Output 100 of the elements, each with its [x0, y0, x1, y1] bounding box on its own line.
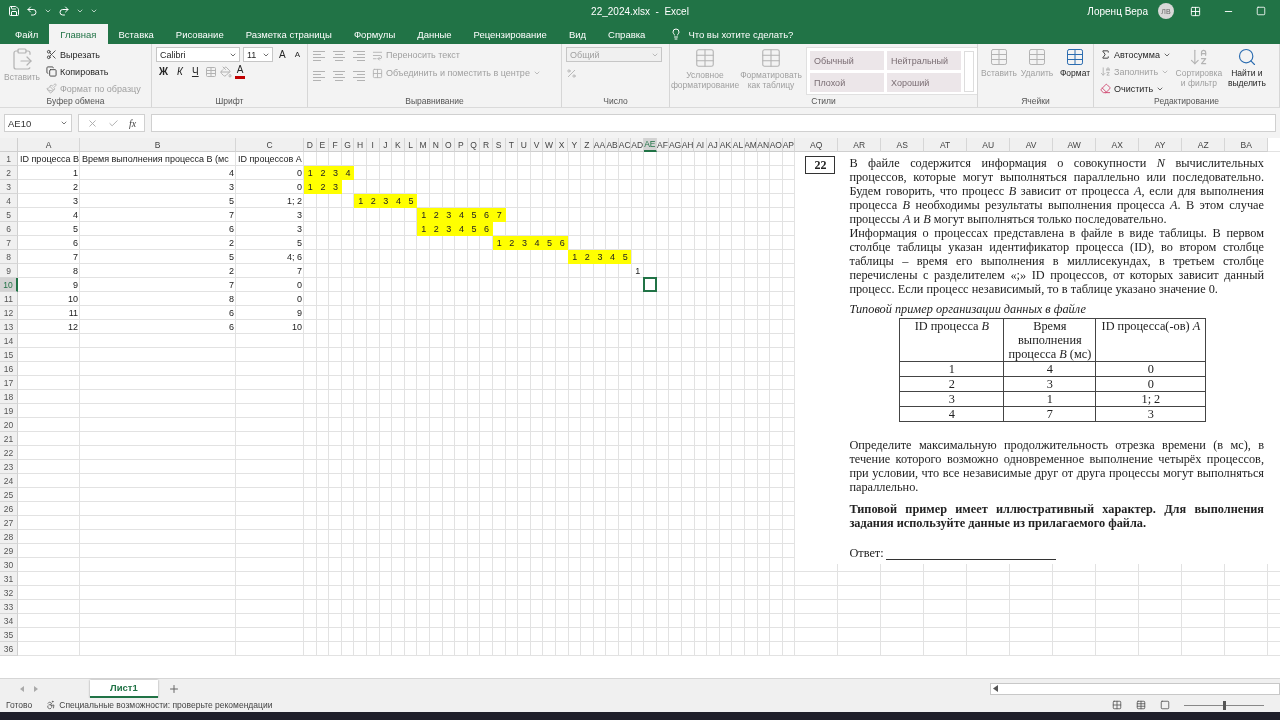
row-header[interactable]: 23 — [0, 460, 18, 474]
row-header[interactable]: 13 — [0, 320, 18, 334]
column-header[interactable]: AX — [1096, 138, 1140, 152]
ribbon-tab[interactable]: Файл — [4, 24, 50, 44]
column-header[interactable]: AL — [732, 138, 745, 152]
column-header[interactable]: Y — [568, 138, 582, 152]
ribbon-tab[interactable]: Рецензирование — [462, 24, 558, 44]
column-header[interactable]: AZ — [1182, 138, 1226, 152]
cell-styles-gallery[interactable]: Обычный Нейтральный Плохой Хороший — [806, 47, 977, 95]
undo-icon[interactable] — [26, 5, 38, 17]
row-header[interactable]: 22 — [0, 446, 18, 460]
row-header[interactable]: 32 — [0, 586, 18, 600]
editing-button[interactable]: Автосумма — [1098, 47, 1173, 62]
formula-buttons[interactable]: fx — [78, 114, 146, 132]
column-header[interactable]: K — [392, 138, 405, 152]
row-header[interactable]: 1 — [0, 152, 18, 166]
row-header[interactable]: 33 — [0, 600, 18, 614]
caret-icon[interactable] — [76, 7, 84, 15]
column-header[interactable]: AW — [1053, 138, 1097, 152]
font-size-field[interactable]: 11 — [243, 47, 273, 62]
column-header[interactable]: AG — [669, 138, 682, 152]
column-header[interactable]: D — [304, 138, 317, 152]
column-header[interactable]: W — [543, 138, 556, 152]
row-header[interactable]: 35 — [0, 628, 18, 642]
add-sheet-icon[interactable] — [167, 682, 180, 695]
column-header[interactable]: R — [480, 138, 493, 152]
row-header[interactable]: 6 — [0, 222, 18, 236]
column-header[interactable]: AY — [1139, 138, 1183, 152]
page-break-icon[interactable] — [1160, 700, 1170, 710]
row-header[interactable]: 16 — [0, 362, 18, 376]
ribbon-tab[interactable]: Разметка страницы — [234, 24, 343, 44]
font-color-button[interactable]: A — [234, 64, 246, 79]
column-header[interactable]: AJ — [707, 138, 720, 152]
ribbon-tab[interactable]: Вид — [557, 24, 598, 44]
borders-icon[interactable] — [204, 65, 217, 78]
percent-icon[interactable] — [566, 68, 577, 79]
column-header[interactable]: C — [236, 138, 304, 152]
column-header[interactable]: H — [354, 138, 367, 152]
row-header[interactable]: 15 — [0, 348, 18, 362]
column-header[interactable]: AD — [631, 138, 645, 152]
column-header[interactable]: AQ — [795, 138, 839, 152]
gallery-scrollbar[interactable] — [964, 51, 974, 92]
fill-color-icon[interactable] — [219, 65, 232, 78]
align-middle-icon[interactable] — [332, 50, 346, 62]
align-bottom-icon[interactable] — [352, 50, 366, 62]
sheet-nav-icon[interactable] — [18, 684, 40, 693]
row-header[interactable]: 12 — [0, 306, 18, 320]
sheet-tab[interactable]: Лист1 — [90, 679, 158, 698]
italic-button[interactable]: К — [174, 64, 186, 79]
row-header[interactable]: 24 — [0, 474, 18, 488]
accessibility-status[interactable]: Специальные возможности: проверьте рекомендации — [59, 700, 273, 710]
column-header[interactable]: AR — [838, 138, 882, 152]
column-header[interactable]: AB — [606, 138, 619, 152]
row-header[interactable]: 9 — [0, 264, 18, 278]
row-header[interactable]: 10 — [0, 278, 18, 292]
zoom-thumb[interactable] — [1223, 700, 1226, 710]
row-header[interactable]: 17 — [0, 376, 18, 390]
row-header[interactable]: 2 — [0, 166, 18, 180]
bold-button[interactable]: Ж — [156, 64, 172, 79]
accessibility-icon[interactable] — [46, 700, 57, 710]
cell-style-option[interactable]: Нейтральный — [887, 51, 961, 70]
cell-style-option[interactable]: Плохой — [810, 73, 884, 92]
column-header[interactable]: U — [518, 138, 531, 152]
ribbon-tab[interactable]: Вставка — [107, 24, 165, 44]
grow-font-button[interactable]: A — [276, 47, 289, 62]
page-layout-icon[interactable] — [1136, 700, 1146, 710]
row-header[interactable]: 21 — [0, 432, 18, 446]
row-header[interactable]: 28 — [0, 530, 18, 544]
row-header[interactable]: 36 — [0, 642, 18, 656]
caret-icon[interactable] — [44, 7, 52, 15]
font-name-field[interactable]: Calibri — [156, 47, 240, 62]
horizontal-scrollbar[interactable] — [990, 682, 1280, 695]
row-header[interactable]: 34 — [0, 614, 18, 628]
row-header[interactable]: 4 — [0, 194, 18, 208]
ribbon-tab[interactable]: Главная — [49, 24, 108, 44]
ribbon-tab[interactable]: Данные — [406, 24, 463, 44]
ribbon-tab[interactable]: Рисование — [164, 24, 235, 44]
row-header[interactable]: 8 — [0, 250, 18, 264]
save-icon[interactable] — [8, 5, 20, 17]
shrink-font-button[interactable]: A — [291, 47, 303, 62]
row-header[interactable]: 3 — [0, 180, 18, 194]
name-box[interactable]: AE10 — [4, 114, 72, 132]
row-header[interactable]: 7 — [0, 236, 18, 250]
selected-cell[interactable] — [643, 277, 657, 292]
cells-button[interactable]: Формат — [1058, 47, 1092, 96]
row-header[interactable]: 31 — [0, 572, 18, 586]
row-header[interactable]: 14 — [0, 334, 18, 348]
column-header[interactable]: AV — [1010, 138, 1054, 152]
cell-style-option[interactable]: Хороший — [887, 73, 961, 92]
row-header[interactable]: 18 — [0, 390, 18, 404]
ribbon-tab[interactable]: Формулы — [342, 24, 407, 44]
clipboard-button[interactable]: Вырезать — [44, 47, 143, 62]
row-header[interactable]: 27 — [0, 516, 18, 530]
row-header[interactable]: 19 — [0, 404, 18, 418]
editing-big-button[interactable]: Найти и выделить — [1224, 47, 1269, 96]
redo-icon[interactable] — [58, 5, 70, 17]
insert-function-label[interactable]: fx — [129, 117, 137, 129]
column-header[interactable]: AU — [967, 138, 1011, 152]
column-header[interactable]: B — [80, 138, 236, 152]
align-right-icon[interactable] — [352, 70, 366, 82]
